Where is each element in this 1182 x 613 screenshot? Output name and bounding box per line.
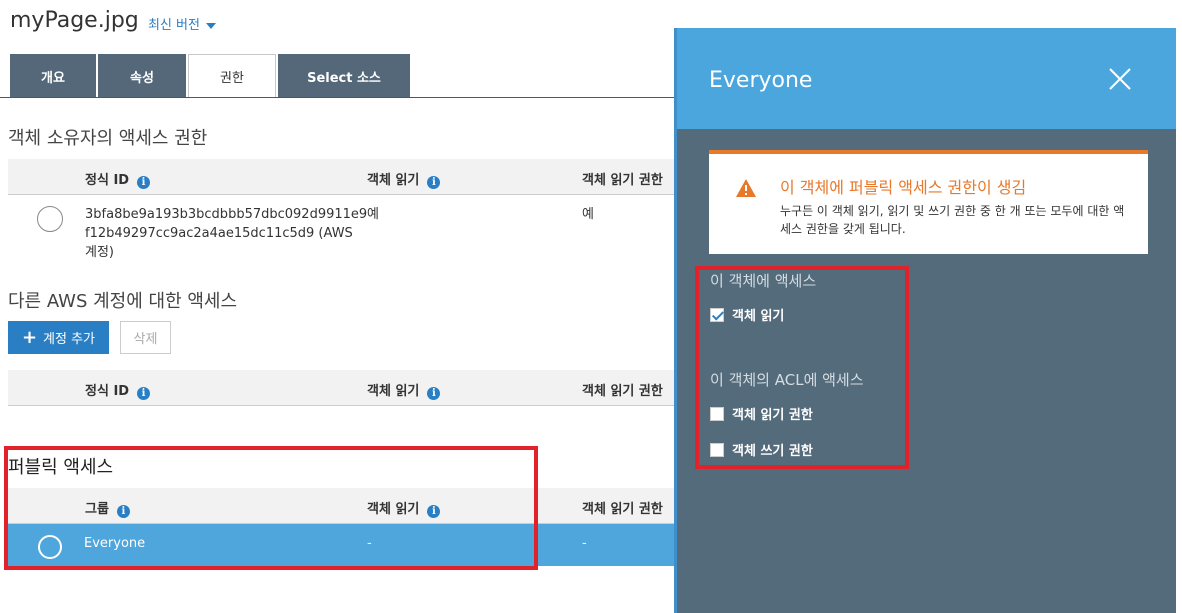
info-icon[interactable]: i — [427, 505, 441, 518]
warning-icon — [736, 179, 756, 197]
public-row-everyone[interactable]: Everyone - - — [8, 524, 680, 566]
col-read-object: 객체 읽기 i — [367, 498, 441, 518]
info-icon[interactable]: i — [427, 387, 441, 400]
other-accounts-table-header: 정식 ID i 객체 읽기 i 객체 읽기 권한 — [8, 370, 680, 406]
tab-properties[interactable]: 속성 — [98, 54, 186, 98]
col-read-acl: 객체 읽기 권한 — [582, 173, 663, 188]
tab-permissions[interactable]: 권한 — [188, 54, 276, 98]
close-icon[interactable] — [1107, 66, 1133, 92]
info-icon[interactable]: i — [137, 387, 151, 400]
tab-select-source[interactable]: Select 소스 — [278, 54, 410, 98]
info-icon[interactable]: i — [427, 176, 441, 189]
write-acl-option[interactable]: 객체 쓰기 권한 — [710, 440, 813, 459]
info-icon[interactable]: i — [137, 176, 151, 189]
col-read-object: 객체 읽기 i — [367, 169, 441, 189]
warning-text: 누구든 이 객체 읽기, 읽기 및 쓰기 권한 중 한 개 또는 모두에 대한 … — [780, 204, 1125, 236]
everyone-read-acl-value: - — [582, 536, 587, 551]
acl-access-label: 이 객체의 ACL에 액세스 — [710, 371, 864, 389]
owner-canonical-id: 3bfa8be9a193b3bcdbbb57dbc092d9911e9 f12b… — [85, 207, 368, 260]
tab-divider — [0, 97, 680, 98]
tab-overview[interactable]: 개요 — [10, 54, 96, 98]
panel-title: Everyone — [709, 68, 813, 93]
other-accounts-title: 다른 AWS 계정에 대한 액세스 — [8, 291, 238, 312]
read-object-checkbox[interactable] — [710, 307, 724, 322]
everyone-read-value: - — [367, 536, 372, 551]
col-group: 그룹 i — [85, 498, 130, 518]
public-access-warning: 이 객체에 퍼블릭 액세스 권한이 생김 누구든 이 객체 읽기, 읽기 및 쓰… — [709, 150, 1148, 254]
col-read-object: 객체 읽기 i — [367, 380, 441, 400]
read-acl-option[interactable]: 객체 읽기 권한 — [710, 404, 813, 423]
version-label: 최신 버전 — [148, 18, 200, 33]
tab-bar: 개요 속성 권한 Select 소스 — [10, 54, 412, 98]
public-access-title: 퍼블릭 액세스 — [8, 457, 114, 478]
col-read-acl: 객체 읽기 권한 — [582, 384, 663, 399]
owner-row-radio[interactable] — [37, 206, 63, 232]
panel-header: Everyone — [677, 28, 1176, 129]
caret-down-icon — [205, 22, 216, 29]
owner-read-value: 예 — [367, 207, 379, 222]
everyone-row-radio[interactable] — [38, 535, 62, 559]
public-table-header: 그룹 i 객체 읽기 i 객체 읽기 권한 — [8, 488, 680, 524]
file-title: myPage.jpg — [10, 8, 139, 33]
col-canonical-id: 정식 ID i — [85, 380, 151, 400]
info-icon[interactable]: i — [116, 505, 130, 518]
owner-table-header: 정식 ID i 객체 읽기 i 객체 읽기 권한 — [8, 159, 680, 195]
add-account-button[interactable]: + 계정 추가 — [8, 321, 109, 354]
everyone-panel: Everyone 이 객체에 퍼블릭 액세스 권한이 생김 누구든 이 객체 읽… — [674, 28, 1176, 613]
plus-icon: + — [21, 326, 38, 348]
read-acl-checkbox[interactable] — [710, 406, 724, 421]
write-acl-checkbox[interactable] — [710, 442, 724, 457]
version-dropdown[interactable]: 최신 버전 — [148, 14, 216, 33]
delete-button[interactable]: 삭제 — [120, 321, 171, 354]
group-everyone: Everyone — [84, 536, 146, 551]
object-access-label: 이 객체에 액세스 — [710, 272, 817, 290]
read-object-option[interactable]: 객체 읽기 — [710, 305, 784, 324]
owner-read-acl-value: 예 — [582, 207, 594, 222]
warning-title: 이 객체에 퍼블릭 액세스 권한이 생김 — [780, 178, 1027, 197]
owner-section-title: 객체 소유자의 액세스 권한 — [8, 128, 208, 149]
col-canonical-id: 정식 ID i — [85, 169, 151, 189]
col-read-acl: 객체 읽기 권한 — [582, 502, 663, 517]
